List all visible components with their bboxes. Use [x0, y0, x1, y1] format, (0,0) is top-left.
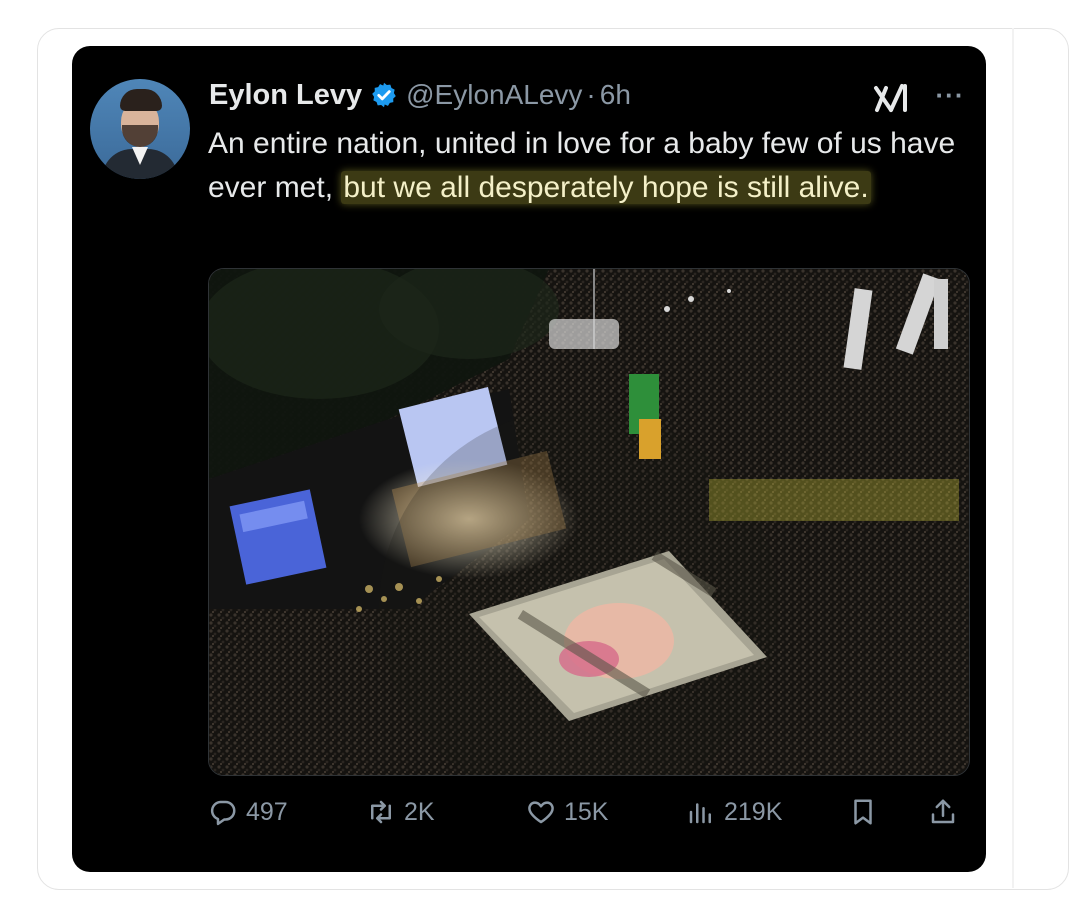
reply-button[interactable]: 497 [208, 790, 288, 834]
rally-photo [209, 269, 969, 775]
bookmark-button[interactable] [848, 790, 878, 834]
avatar[interactable] [90, 79, 190, 179]
repost-count: 2K [404, 797, 435, 826]
repost-icon [371, 800, 391, 824]
separator-dot: · [586, 79, 596, 110]
tweet-header: Eylon Levy @EylonALevy · 6h [209, 78, 631, 112]
divider [1012, 28, 1014, 888]
views-count: 219K [724, 797, 783, 826]
more-icon[interactable]: ··· [930, 80, 970, 110]
tweet-text-highlighted: but we all desperately hope is still ali… [341, 171, 871, 204]
verified-badge-icon [372, 82, 396, 108]
share-button[interactable] [928, 790, 958, 834]
views-icon [689, 803, 711, 824]
grok-icon[interactable] [872, 82, 914, 116]
share-icon [931, 799, 955, 824]
tweet-text: An entire nation, united in love for a b… [208, 122, 968, 210]
repost-button[interactable]: 2K [366, 790, 435, 834]
heart-icon [528, 801, 554, 824]
timestamp[interactable]: 6h [600, 79, 631, 111]
tweet-card[interactable]: Eylon Levy @EylonALevy · 6h ··· An entir… [72, 46, 986, 872]
like-count: 15K [564, 797, 609, 826]
reply-count: 497 [246, 797, 288, 826]
like-button[interactable]: 15K [526, 790, 608, 834]
views-button[interactable]: 219K [686, 790, 782, 834]
author-name[interactable]: Eylon Levy [209, 79, 362, 112]
reply-icon [210, 800, 236, 826]
bookmark-icon [854, 799, 872, 825]
tweet-actions: 497 2K 15K 219K [208, 790, 968, 834]
author-handle[interactable]: @EylonALevy [406, 79, 582, 111]
tweet-image[interactable] [208, 268, 970, 776]
